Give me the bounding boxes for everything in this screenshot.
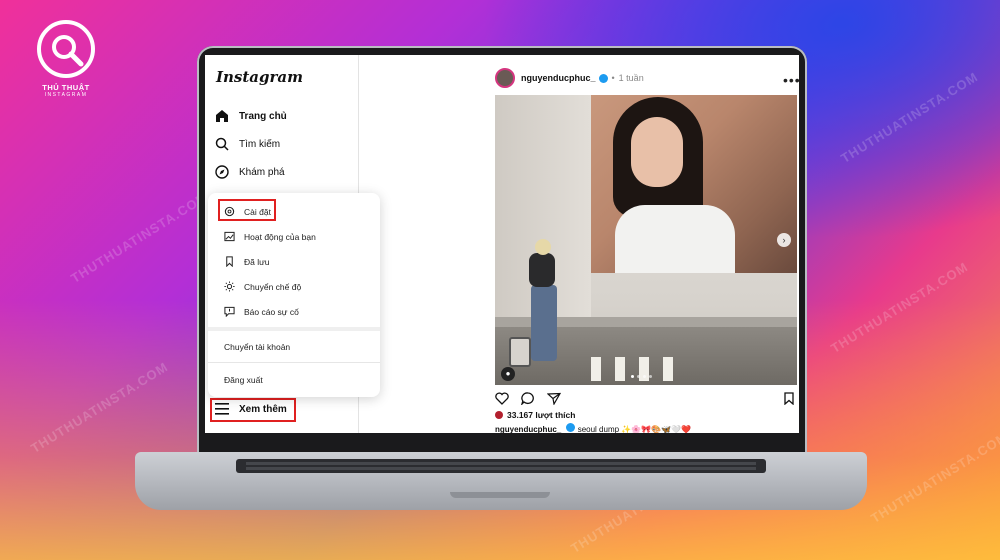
photo-person-legs: [531, 285, 557, 361]
menu-item-report[interactable]: Báo cáo sự cố: [224, 306, 299, 317]
menu-item-activity[interactable]: Hoạt động của bạn: [224, 231, 316, 242]
nav-search[interactable]: Tìm kiếm: [215, 137, 280, 151]
activity-icon: [224, 231, 235, 242]
dot-separator: •: [611, 73, 615, 83]
logout-button[interactable]: Đăng xuất: [224, 375, 263, 385]
bookmark-icon: [226, 256, 233, 267]
likes-count-text: 33.167 lượt thích: [507, 410, 576, 420]
nav-explore[interactable]: Khám phá: [215, 165, 285, 179]
laptop-notch: [450, 492, 550, 498]
settings-highlight: [218, 199, 276, 221]
nav-search-label: Tìm kiếm: [239, 138, 281, 150]
sun-icon: [224, 281, 235, 292]
crosswalk-stripe: [591, 357, 601, 381]
post-time[interactable]: 1 tuần: [619, 73, 644, 83]
site-title: THỦ THUẬT: [42, 83, 90, 92]
menu-item-report-label: Báo cáo sự cố: [244, 306, 299, 317]
see-more-highlight: [210, 398, 296, 422]
verified-badge-icon: [598, 73, 608, 83]
keyboard-row: [246, 462, 756, 465]
menu-separator: [208, 362, 380, 363]
post-actions: [495, 392, 797, 406]
laptop-screen: Instagram Trang chủ Tìm kiếm Khám phá Xe…: [205, 55, 799, 433]
nav-home-label: Trang chủ: [239, 110, 287, 122]
site-logo: THỦ THUẬT INSTAGRAM: [30, 20, 102, 98]
report-icon: [224, 306, 235, 317]
photo-person-body: [529, 253, 555, 287]
crosswalk-stripe: [663, 357, 673, 381]
post-more-options-icon[interactable]: •••: [783, 72, 799, 88]
photo-bag: [509, 337, 531, 367]
post-caption: nguyenducphuc_ seoul dump ✨🌸🎀🎨🦋🤍❤️: [495, 423, 691, 433]
search-icon: [215, 137, 229, 151]
likes-count[interactable]: 33.167 lượt thích: [495, 410, 575, 420]
menu-item-saved[interactable]: Đã lưu: [224, 256, 270, 267]
menu-item-saved-label: Đã lưu: [244, 256, 270, 267]
site-subtitle: INSTAGRAM: [44, 92, 88, 98]
comment-icon[interactable]: [521, 392, 535, 405]
watermark: THUTHUATINSTA.COM: [68, 189, 211, 286]
menu-item-activity-label: Hoạt động của bạn: [244, 231, 316, 242]
caption-emojis: ✨🌸🎀🎨🦋🤍❤️: [621, 425, 692, 433]
post-header: nguyenducphuc_ • 1 tuần: [495, 68, 644, 88]
carousel-dot: [643, 375, 646, 378]
switch-account-button[interactable]: Chuyển tài khoản: [224, 342, 290, 352]
compass-icon: [215, 165, 229, 179]
magnifier-logo-icon: [37, 20, 95, 78]
share-icon[interactable]: [547, 392, 561, 405]
instagram-logo[interactable]: Instagram: [216, 68, 303, 86]
menu-item-switch-mode[interactable]: Chuyển chế độ: [224, 281, 301, 292]
post-username[interactable]: nguyenducphuc_: [521, 73, 596, 83]
more-menu: Cài đặt Hoạt động của bạn Đã lưu Chuyển …: [208, 193, 380, 397]
carousel-dot: [637, 375, 640, 378]
crosswalk-stripe: [615, 357, 625, 381]
carousel-dots: [631, 375, 652, 378]
caption-username[interactable]: nguyenducphuc_: [495, 425, 561, 433]
caption-text: seoul dump: [577, 425, 620, 433]
save-bookmark-icon[interactable]: [783, 392, 795, 405]
photo-person-head: [535, 239, 551, 255]
photo-subject-shirt: [615, 205, 735, 273]
carousel-dot: [631, 375, 634, 378]
next-photo-chevron-icon[interactable]: ›: [777, 233, 791, 247]
avatar[interactable]: [495, 68, 515, 88]
menu-item-switch-mode-label: Chuyển chế độ: [244, 281, 302, 292]
keyboard-row: [246, 467, 756, 470]
user-tag-icon[interactable]: ●: [501, 367, 515, 381]
nav-home[interactable]: Trang chủ: [215, 109, 287, 123]
caption-verified-badge-icon: [566, 423, 576, 432]
photo-subject-face: [631, 117, 683, 187]
post-photo[interactable]: › ●: [495, 95, 797, 385]
nav-explore-label: Khám phá: [239, 166, 285, 178]
like-heart-icon[interactable]: [495, 392, 509, 405]
menu-separator: [208, 327, 380, 331]
liked-by-avatar: [495, 411, 503, 419]
carousel-dot: [649, 375, 652, 378]
home-icon: [216, 110, 228, 122]
